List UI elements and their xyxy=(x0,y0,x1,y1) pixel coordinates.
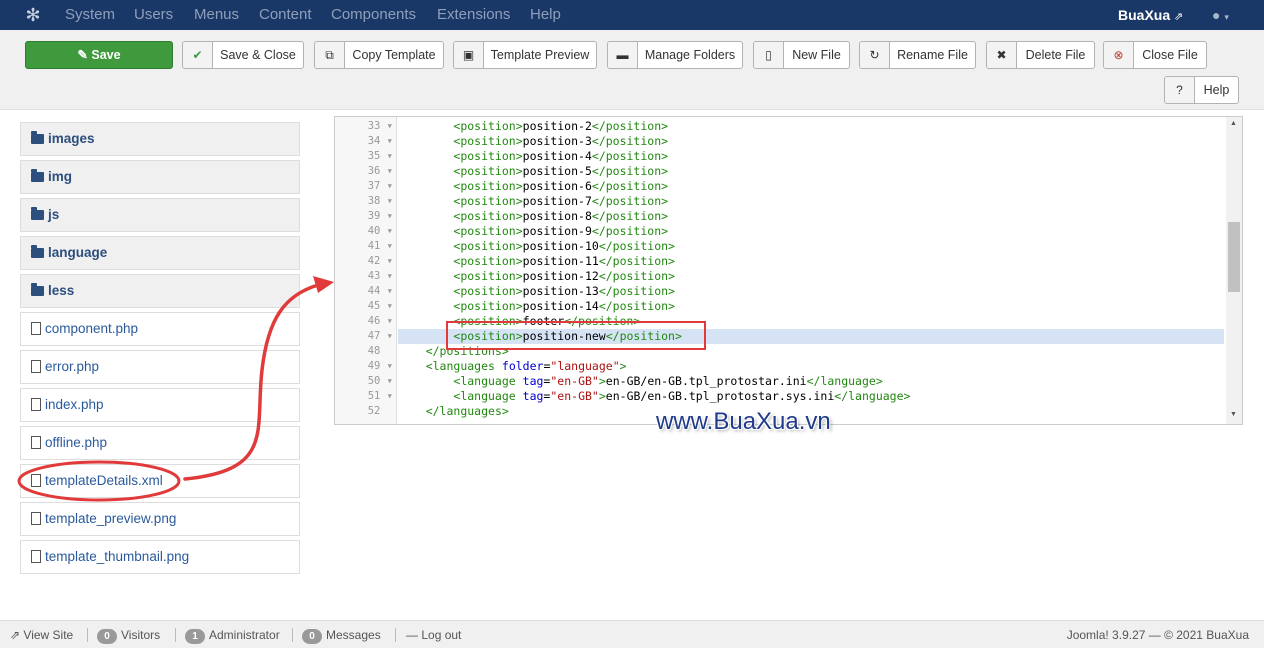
visitors-label: Visitors xyxy=(121,628,161,642)
divider xyxy=(292,628,293,642)
admin-badge: 1 xyxy=(185,629,205,644)
arrow-curve xyxy=(183,283,320,481)
logout-link[interactable]: — Log out xyxy=(406,621,461,648)
visitors-status[interactable]: 0 Visitors xyxy=(97,621,160,648)
external-link-icon: ⇗ xyxy=(10,628,21,642)
messages-label: Messages xyxy=(326,628,381,642)
visitors-badge: 0 xyxy=(97,629,117,644)
watermark-text: www.BuaXua.vn xyxy=(656,408,831,435)
administrator-label: Administrator xyxy=(209,628,280,642)
divider xyxy=(87,628,88,642)
divider xyxy=(175,628,176,642)
messages-status[interactable]: 0 Messages xyxy=(302,621,381,648)
logout-label: Log out xyxy=(421,628,462,642)
version-info: Joomla! 3.9.27 — © 2021 BuaXua xyxy=(1066,628,1249,642)
annotation-arrow xyxy=(17,276,334,502)
view-site-link[interactable]: ⇗ View Site xyxy=(10,621,73,648)
divider xyxy=(395,628,396,642)
view-site-label: View Site xyxy=(23,628,74,642)
administrator-status[interactable]: 1 Administrator xyxy=(185,621,280,648)
highlight-ellipse xyxy=(17,460,181,502)
status-footer: ⇗ View Site 0 Visitors 1 Administrator 0 Me… xyxy=(0,620,1264,648)
arrow-head xyxy=(313,276,334,293)
messages-badge: 0 xyxy=(302,629,322,644)
minus-icon: — xyxy=(406,628,418,642)
